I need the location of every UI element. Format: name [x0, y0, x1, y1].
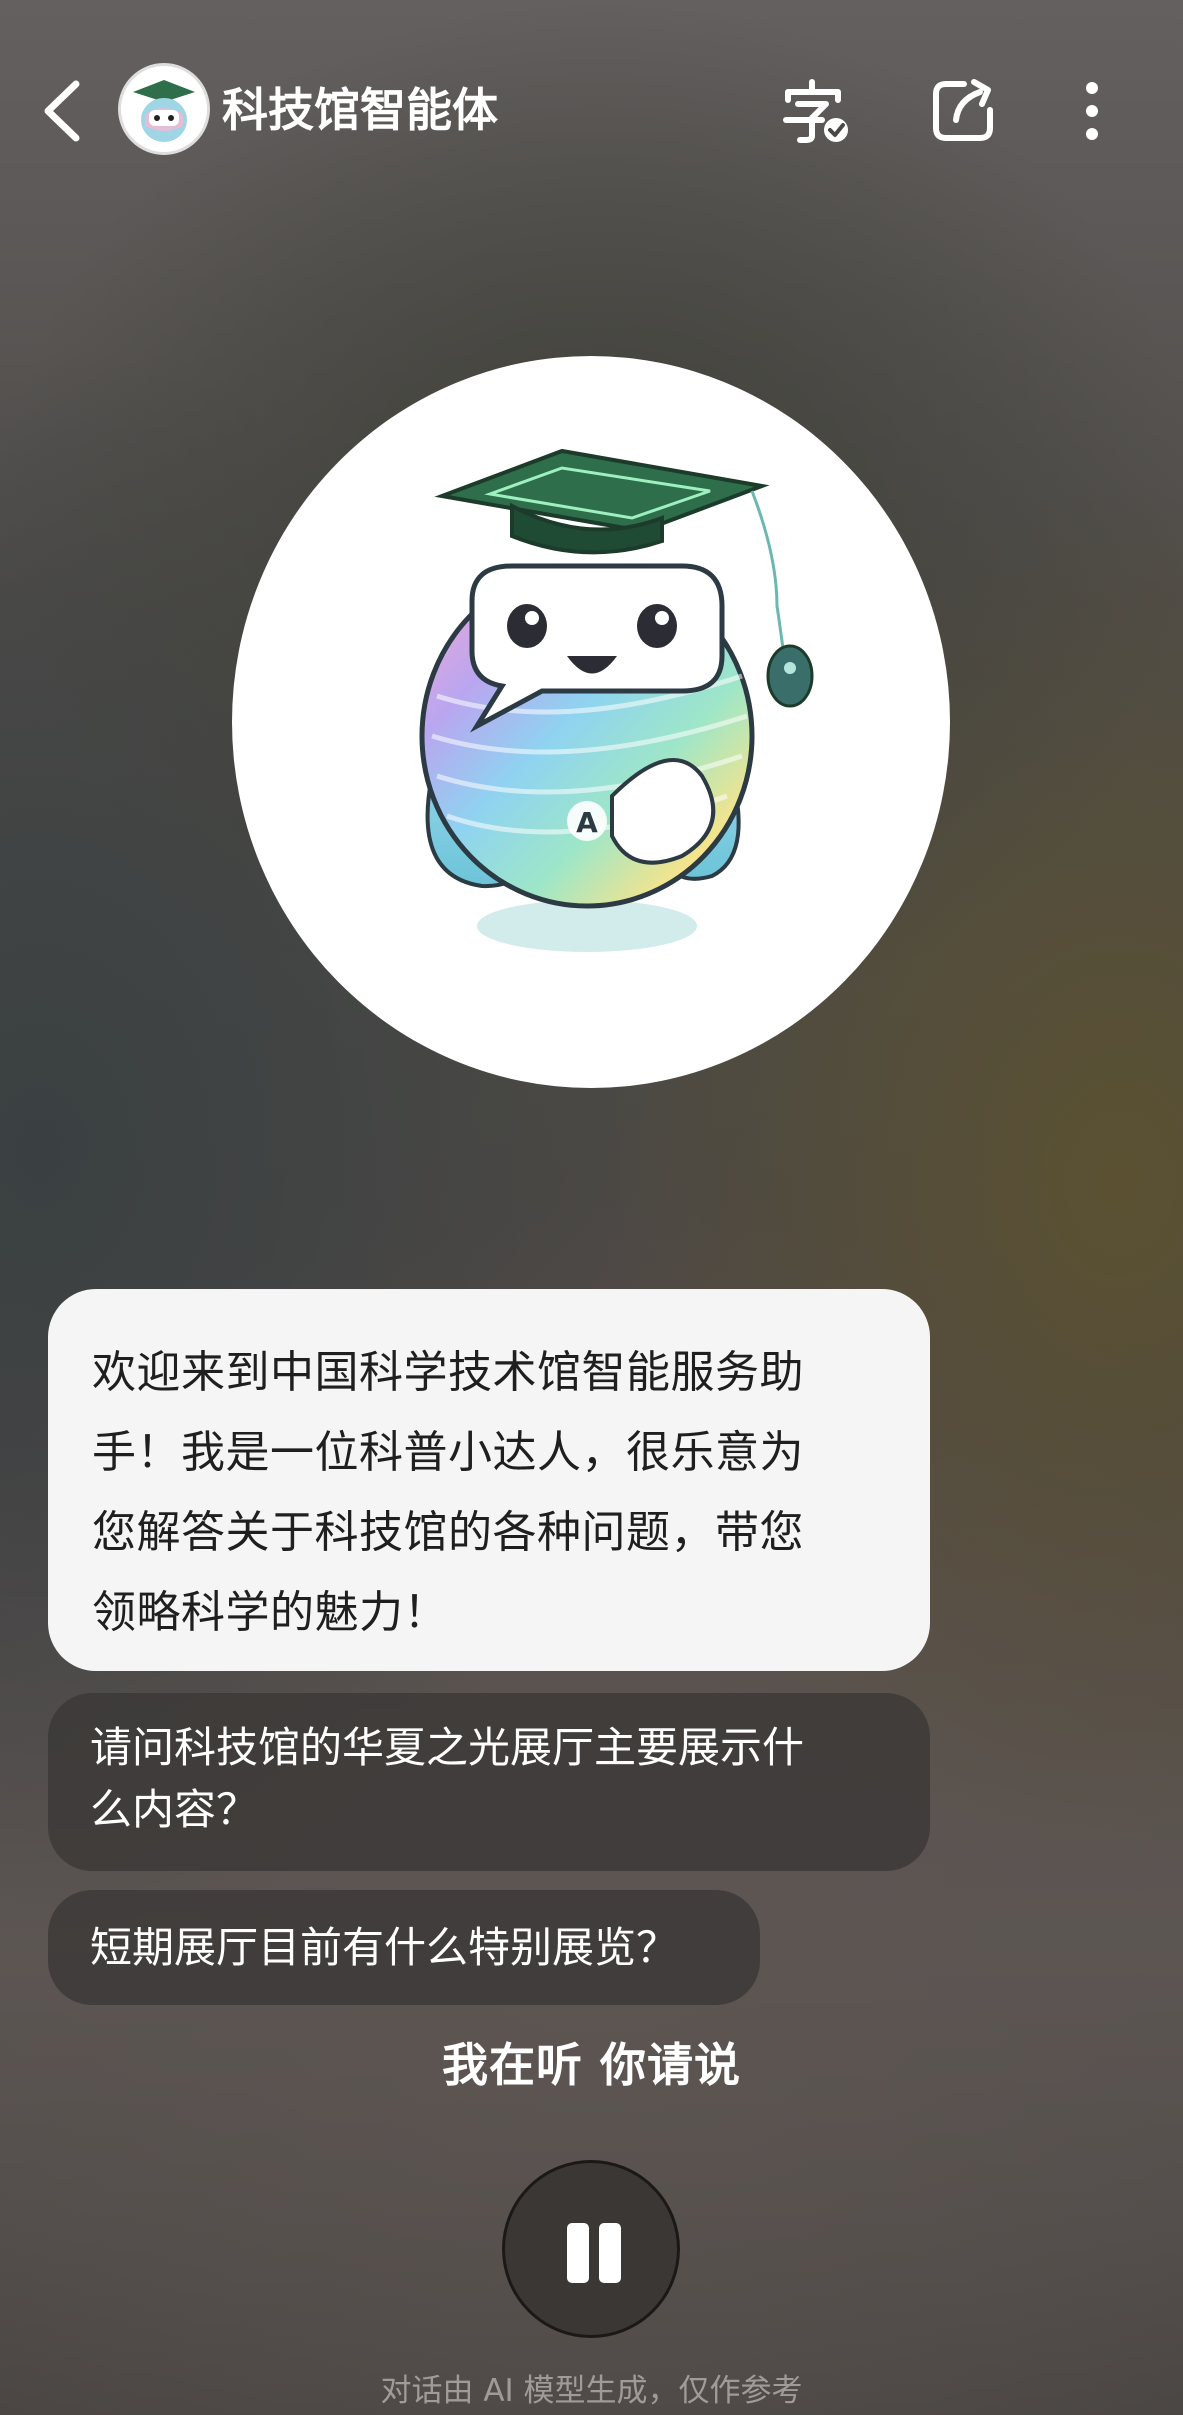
- mascot-mini-icon: [133, 80, 195, 142]
- share-export-icon: [933, 79, 993, 141]
- more-button[interactable]: [1062, 78, 1122, 144]
- more-vertical-icon: [1086, 82, 1098, 140]
- message-line: 欢迎来到中国科学技术馆智能服务助: [92, 1347, 804, 1398]
- message-line: 您解答关于科技馆的各种问题，带您: [92, 1507, 804, 1558]
- svg-text:A: A: [576, 806, 598, 839]
- message-line: 手！我是一位科普小达人，很乐意为: [92, 1427, 804, 1478]
- font-size-check-icon: [783, 79, 848, 143]
- pause-icon: [567, 2223, 589, 2283]
- suggested-question-button[interactable]: 短期展厅目前有什么特别展览？: [48, 1890, 760, 2005]
- listening-status: 我在听 你请说: [441, 2038, 741, 2092]
- pause-icon: [599, 2223, 621, 2283]
- top-bar: 科技馆智能体: [0, 0, 1183, 210]
- suggestion-line: 么内容？: [90, 1785, 259, 1834]
- pause-button[interactable]: [502, 2160, 680, 2338]
- ai-disclaimer: 对话由 AI 模型生成，仅作参考: [380, 2373, 803, 2409]
- page-title: 科技馆智能体: [222, 83, 498, 137]
- suggested-question-button[interactable]: 请问科技馆的华夏之光展厅主要展示什 么内容？: [48, 1693, 930, 1871]
- agent-avatar[interactable]: [118, 63, 210, 155]
- agent-hero-avatar: A: [232, 356, 950, 1088]
- mascot-graduation-cap-icon: A: [419, 448, 814, 952]
- share-button[interactable]: [930, 78, 1000, 144]
- ai-message-bubble: 欢迎来到中国科学技术馆智能服务助 手！我是一位科普小达人，很乐意为 您解答关于科…: [48, 1289, 930, 1671]
- chevron-left-icon: [44, 80, 80, 142]
- suggestion-line: 短期展厅目前有什么特别展览？: [90, 1922, 679, 1972]
- message-line: 领略科学的魅力！: [92, 1587, 448, 1638]
- suggestion-line: 请问科技馆的华夏之光展厅主要展示什: [90, 1723, 805, 1772]
- font-size-button[interactable]: [782, 78, 852, 144]
- back-button[interactable]: [36, 78, 92, 144]
